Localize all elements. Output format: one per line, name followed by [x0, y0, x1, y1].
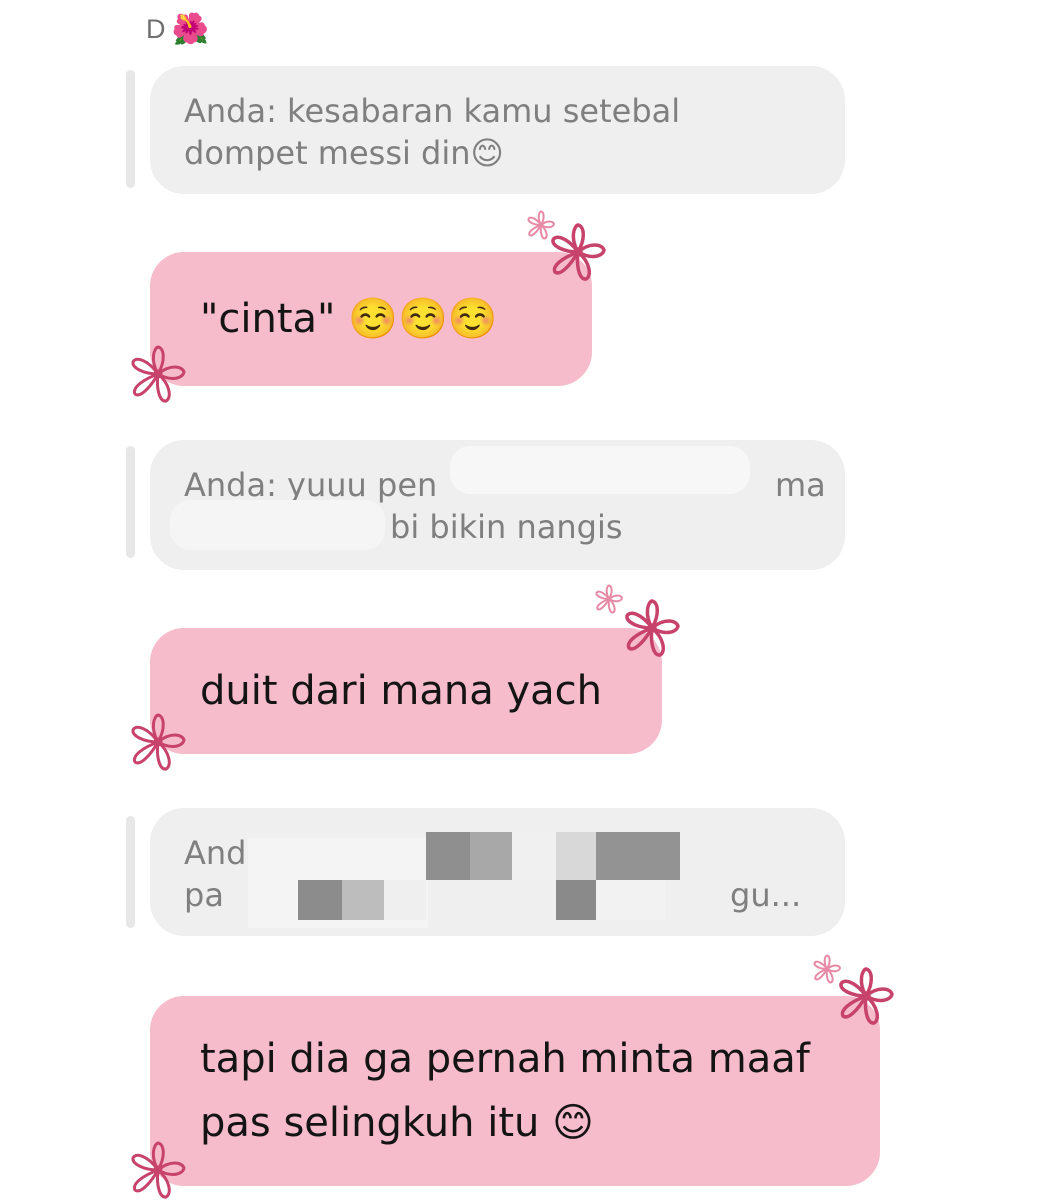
reply-visible-text: gu... [730, 876, 802, 914]
sent-bubble-3[interactable]: tapi dia ga pernah minta maaf pas seling… [150, 996, 880, 1186]
redaction-overlay [170, 500, 385, 550]
redaction-pixel [596, 880, 666, 920]
flower-small-icon [527, 210, 555, 240]
reply-text-line: Anda: kesabaran kamu setebal [184, 92, 681, 130]
reply-visible-text: ma [775, 466, 826, 504]
contact-initial: D [146, 14, 166, 44]
reply-visible-text: Anda: yuuu pen [184, 466, 438, 504]
sent-bubble-2[interactable]: duit dari mana yach [150, 628, 662, 754]
redaction-pixel [342, 880, 384, 920]
reply-text-line: dompet messi din😊 [184, 134, 504, 172]
flower-doodle-icon [625, 599, 680, 657]
flower-doodle-icon [131, 345, 186, 403]
redaction-pixel [556, 832, 596, 880]
flower-small-icon [813, 954, 841, 984]
message-text: duit dari mana yach [200, 668, 603, 714]
flower-doodle-icon [131, 713, 186, 771]
flower-doodle-icon [131, 1141, 186, 1199]
message-text: "cinta" ☺️☺️☺️ [200, 296, 498, 342]
redaction-pixel [596, 832, 680, 880]
sent-bubble-1[interactable]: "cinta" ☺️☺️☺️ [150, 252, 592, 386]
redaction-pixel [470, 832, 512, 880]
flower-small-icon [595, 584, 623, 614]
redaction-pixel [426, 832, 470, 880]
flower-doodle-icon [551, 223, 606, 281]
redaction-pixel [512, 832, 556, 880]
reply-quote-bar [126, 816, 135, 928]
hibiscus-icon: 🌺 [171, 11, 209, 47]
message-text: pas selingkuh itu 😊 [200, 1100, 594, 1146]
reply-quote-bar [126, 70, 135, 188]
message-text: tapi dia ga pernah minta maaf [200, 1036, 810, 1082]
redaction-pixel [384, 880, 426, 920]
reply-quote-bar [126, 446, 135, 558]
redaction-pixel [298, 880, 342, 920]
reply-visible-text: bi bikin nangis [390, 508, 623, 546]
flower-doodle-icon [839, 967, 894, 1025]
chat-header: D 🌺 [146, 14, 209, 45]
redaction-pixel [556, 880, 596, 920]
redaction-overlay [450, 446, 750, 494]
reply-bubble-1[interactable]: Anda: kesabaran kamu setebal dompet mess… [150, 66, 845, 194]
